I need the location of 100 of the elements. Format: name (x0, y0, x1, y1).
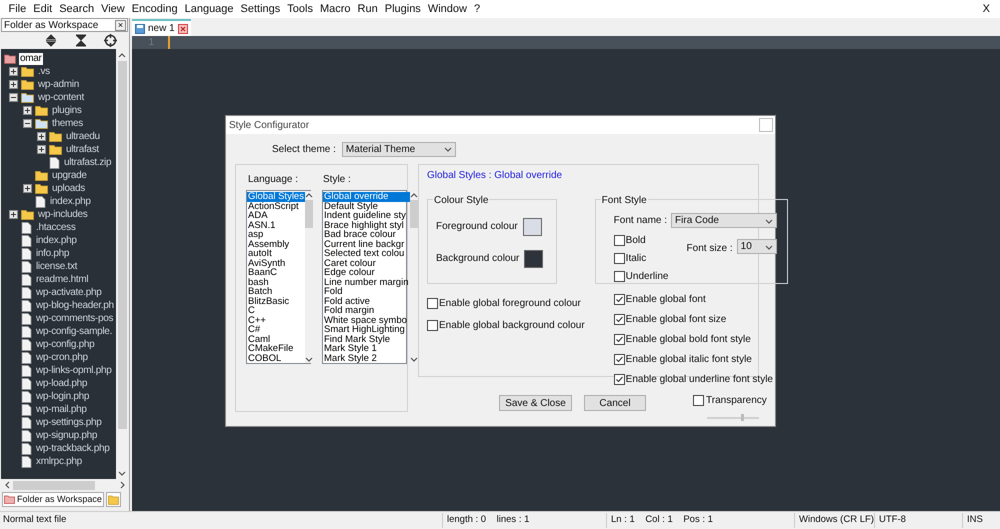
list-item[interactable]: Fold active (323, 296, 410, 306)
save-close-button[interactable]: Save & Close (499, 395, 572, 411)
list-item[interactable]: Assembly (247, 240, 305, 249)
tree-item[interactable]: wp-includes (37, 208, 89, 220)
menu-item[interactable]: Search (56, 0, 98, 18)
caret-icon[interactable] (764, 216, 773, 224)
list-item[interactable]: Fold (323, 287, 410, 296)
checkbox[interactable] (614, 354, 625, 365)
tree-item[interactable]: wp-mail.php (35, 404, 88, 416)
scrollbar[interactable] (304, 191, 313, 363)
checkbox[interactable] (614, 314, 625, 325)
scroll-up-icon[interactable] (410, 191, 418, 199)
list-item[interactable]: Fold margin (323, 306, 410, 316)
tree-item[interactable]: readme.html (35, 274, 90, 286)
tree-item[interactable]: wp-content (37, 92, 85, 104)
list-item[interactable]: Edge colour (323, 268, 410, 278)
expand-icon[interactable] (9, 210, 18, 219)
tree-item[interactable]: ultraedu (65, 130, 101, 142)
tree-item[interactable]: ultrafast.zip (63, 156, 112, 168)
tree-item[interactable]: index.php (49, 196, 92, 208)
tree-item[interactable]: wp-comments-pos (35, 312, 114, 324)
list-item[interactable]: COBOL (247, 354, 305, 363)
list-item[interactable]: Current line backgr (323, 240, 410, 249)
expand-icon[interactable] (23, 106, 32, 115)
list-item[interactable]: Brace highlight styl (323, 220, 410, 230)
checkbox[interactable] (614, 374, 625, 385)
caret-icon[interactable] (444, 145, 452, 153)
menu-item[interactable]: Settings (237, 0, 284, 18)
menu-item[interactable]: Encoding (128, 0, 182, 18)
tree-item[interactable]: index.php (35, 234, 78, 246)
scroll-right-icon[interactable] (118, 481, 126, 489)
scroll-down-icon[interactable] (410, 355, 418, 363)
list-item[interactable]: Smart HighLighting (323, 325, 410, 334)
menu-item[interactable]: Macro (316, 0, 354, 18)
scroll-thumb[interactable] (410, 200, 418, 228)
tree-item[interactable]: info.php (35, 248, 70, 260)
tree-item[interactable]: upgrade (51, 170, 88, 182)
collapse-icon[interactable] (9, 93, 18, 102)
tree-item[interactable]: xmlrpc.php (35, 456, 83, 468)
panel-close-button[interactable]: × (115, 20, 126, 30)
tree-item[interactable]: wp-links-opml.php (35, 364, 112, 376)
list-item[interactable]: CMakeFile (247, 344, 305, 354)
scroll-thumb[interactable] (13, 480, 95, 490)
tree-item[interactable]: wp-signup.php (35, 430, 98, 442)
checkbox[interactable] (614, 271, 625, 282)
tree-item[interactable]: wp-cron.php (35, 352, 89, 364)
list-item[interactable]: ASN.1 (247, 220, 305, 230)
tree-item[interactable]: license.txt (35, 260, 78, 272)
checkbox[interactable] (427, 298, 438, 309)
theme-dropdown[interactable]: Material Theme (342, 142, 456, 156)
checkbox[interactable] (427, 320, 438, 331)
font-dropdown[interactable]: Fira Code (671, 213, 777, 228)
scroll-down-icon[interactable] (118, 469, 126, 477)
tree-item[interactable]: wp-load.php (35, 378, 88, 390)
tree-item[interactable]: wp-config.php (35, 338, 96, 350)
cancel-button[interactable]: Cancel (584, 395, 646, 411)
list-item[interactable]: ActionScript (247, 202, 305, 211)
checkbox[interactable] (614, 235, 625, 246)
tree-item[interactable]: wp-login.php (35, 390, 90, 402)
expand-all-icon[interactable] (44, 34, 58, 47)
expand-icon[interactable] (37, 132, 46, 141)
list-item[interactable]: Batch (247, 287, 305, 296)
menu-item[interactable]: Tools (284, 0, 316, 18)
menu-item[interactable]: File (5, 0, 30, 18)
transparency-slider[interactable] (707, 414, 759, 421)
target-icon[interactable] (104, 34, 117, 47)
expand-icon[interactable] (37, 145, 46, 154)
list-item[interactable]: ADA (247, 211, 305, 220)
expand-icon[interactable] (9, 67, 18, 76)
list-item[interactable]: BlitzBasic (247, 296, 305, 306)
tree-item[interactable]: plugins (51, 104, 83, 116)
list-item[interactable]: Global Styles (247, 192, 305, 202)
list-item[interactable]: bash (247, 278, 305, 287)
close-document-button[interactable]: X (978, 0, 995, 18)
checkbox[interactable] (614, 334, 625, 345)
tree-item[interactable]: wp-blog-header.ph (35, 300, 115, 312)
scroll-left-icon[interactable] (3, 481, 11, 489)
tree-item[interactable]: wp-activate.php (35, 286, 103, 298)
list-item[interactable]: Bad brace colour (323, 230, 410, 240)
tree-item[interactable]: omar (19, 52, 43, 64)
menu-item[interactable]: Run (354, 0, 382, 18)
font-size-dropdown[interactable]: 10 (736, 239, 777, 254)
menu-item[interactable]: View (98, 0, 128, 18)
list-item[interactable]: Default Style (323, 202, 410, 211)
scroll-up-icon[interactable] (304, 191, 313, 199)
list-item[interactable]: autoIt (247, 249, 305, 258)
list-item[interactable]: Mark Style 2 (323, 354, 410, 363)
list-item[interactable]: C# (247, 325, 305, 334)
list-item[interactable]: Global override (323, 192, 410, 202)
list-item[interactable]: BaanC (247, 268, 305, 278)
tree-item[interactable]: wp-config-sample. (35, 326, 114, 338)
tree-item[interactable]: uploads (51, 182, 86, 194)
tree-item[interactable]: wp-settings.php (35, 416, 103, 428)
list-item[interactable]: Indent guideline sty (323, 211, 410, 220)
collapse-icon[interactable] (23, 119, 32, 128)
tree-item[interactable]: .htaccess (35, 222, 77, 234)
collapse-all-icon[interactable] (74, 34, 88, 47)
scroll-down-icon[interactable] (304, 355, 313, 363)
tree-item[interactable]: ultrafast (65, 144, 100, 156)
checkbox[interactable] (614, 253, 625, 264)
